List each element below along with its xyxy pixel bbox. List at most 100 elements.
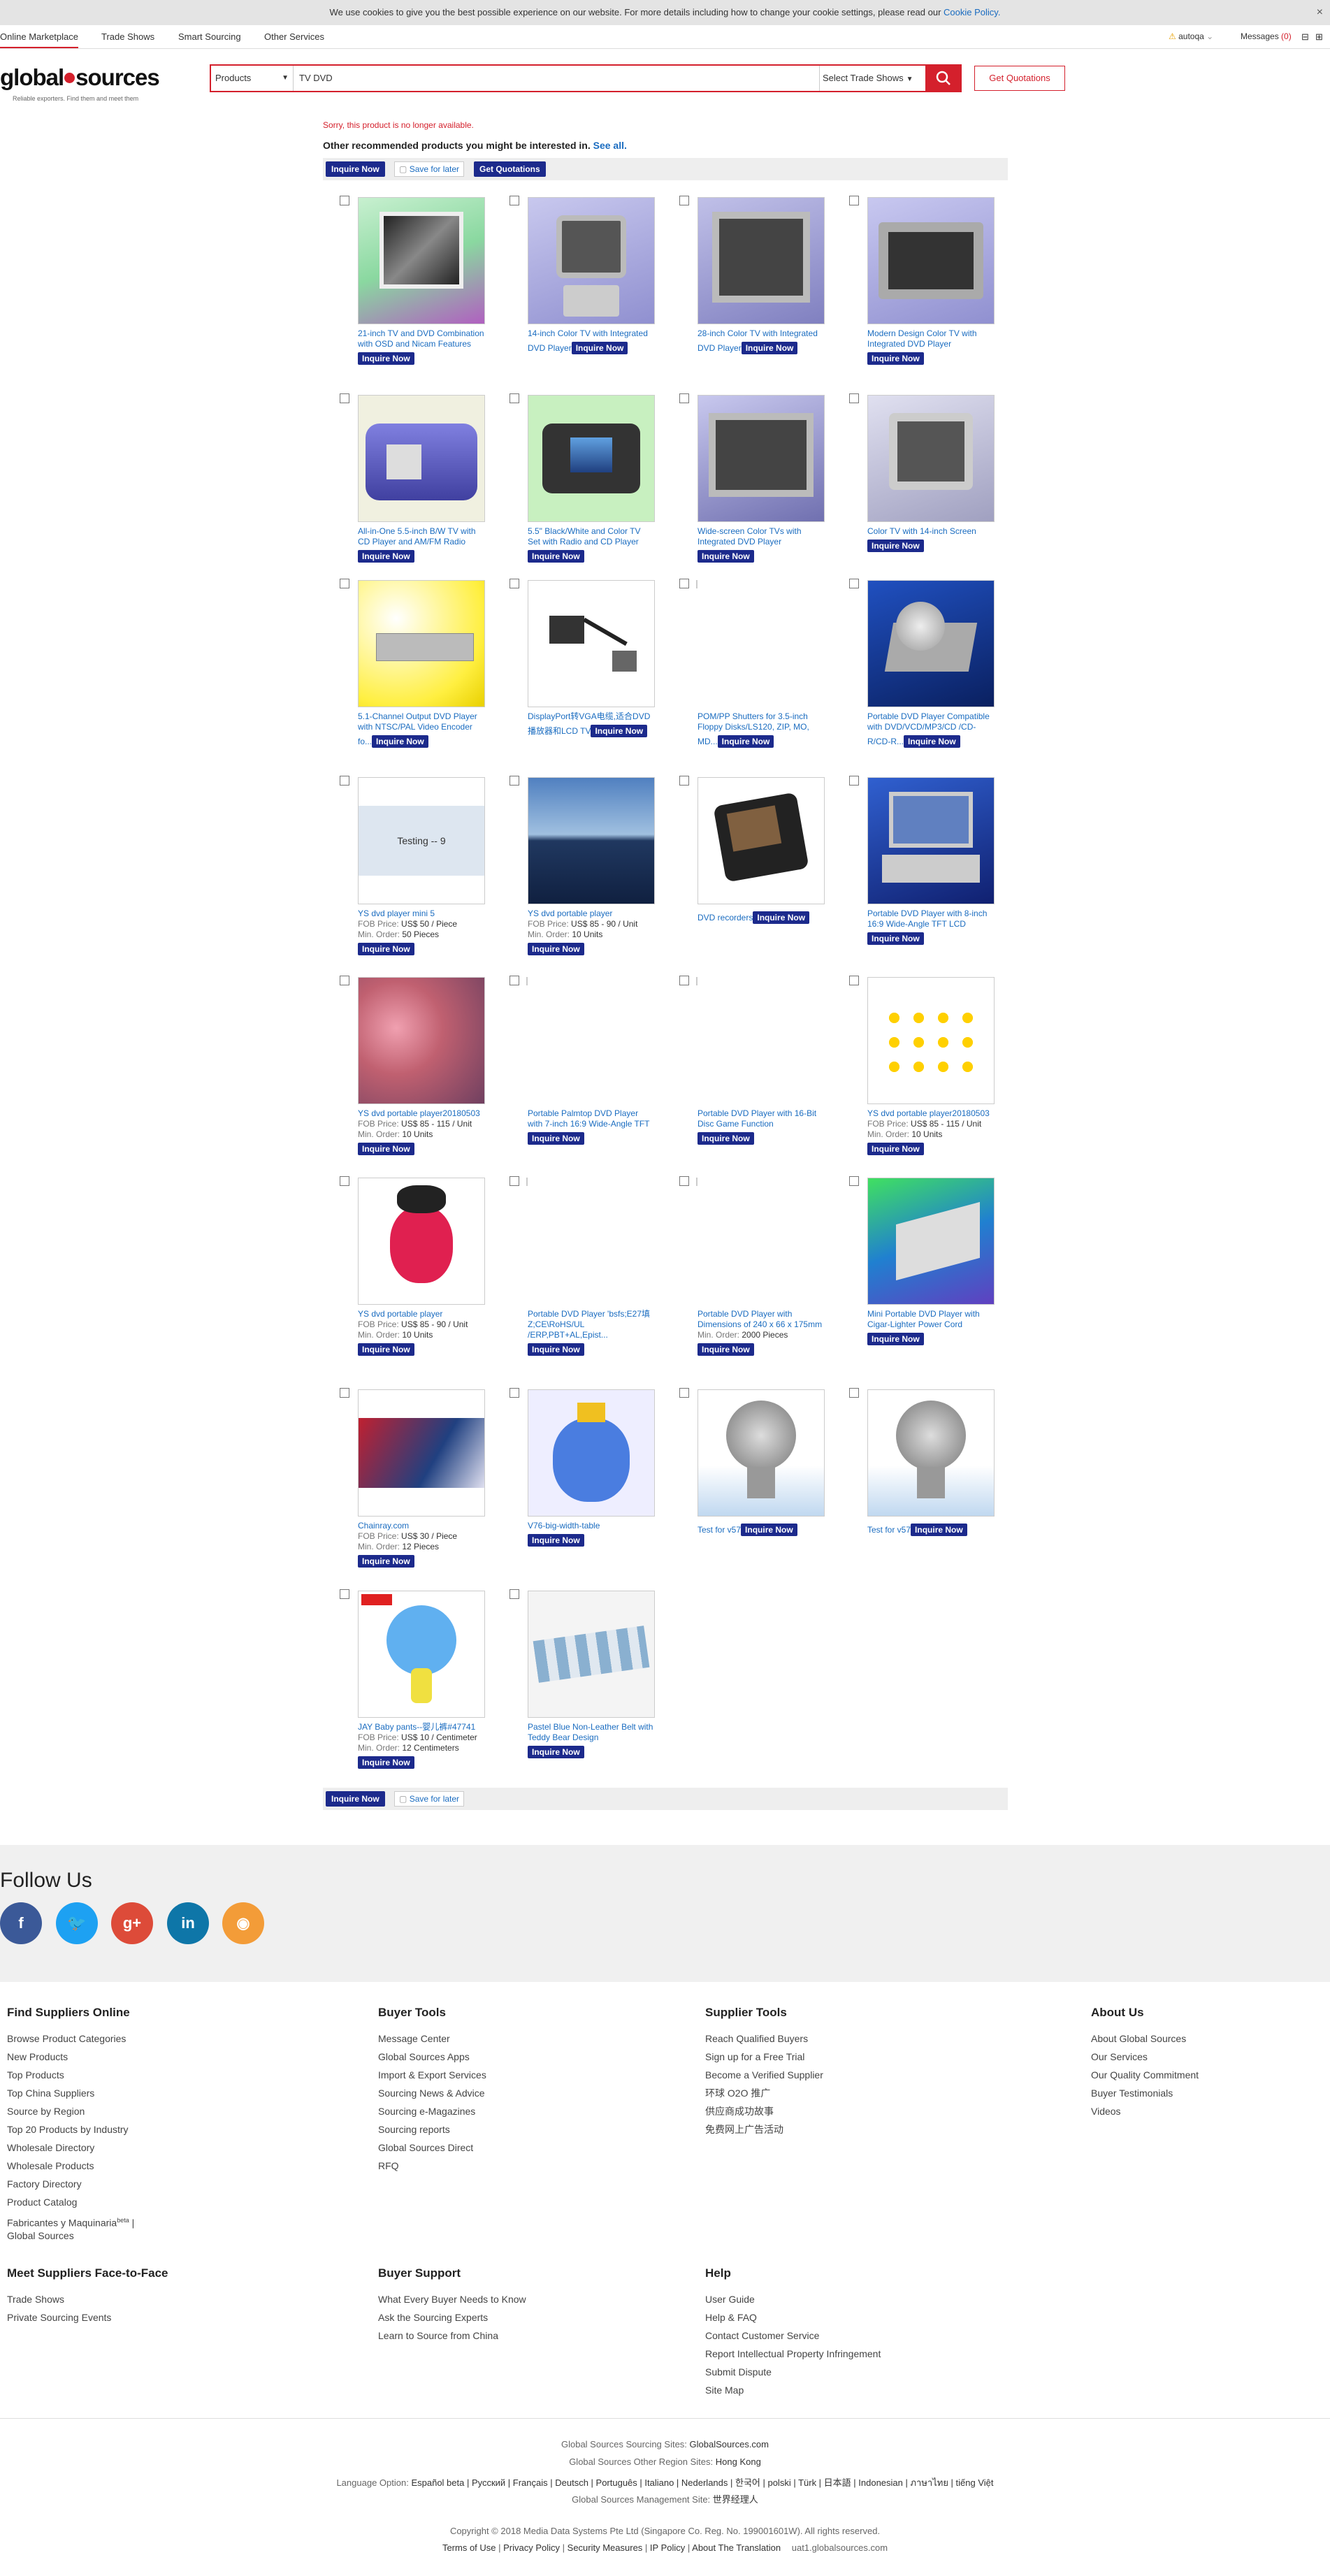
footer-link[interactable]: Help & FAQ: [705, 2308, 881, 2327]
inquire-now-button[interactable]: Inquire Now: [717, 735, 774, 748]
product-title-link[interactable]: V76-big-width-table: [528, 1521, 600, 1531]
inquire-now-button[interactable]: Inquire Now: [697, 550, 754, 563]
inquire-now-button[interactable]: Inquire Now: [867, 352, 924, 365]
product-title-link[interactable]: YS dvd portable player20180503: [867, 1108, 990, 1118]
twitter-icon[interactable]: 🐦: [56, 1902, 98, 1944]
product-title-link[interactable]: Test for v57: [697, 1525, 741, 1535]
product-image[interactable]: [358, 197, 485, 324]
product-checkbox[interactable]: [509, 976, 519, 985]
product-checkbox[interactable]: [509, 1589, 519, 1599]
product-title-link[interactable]: Chainray.com: [358, 1521, 409, 1531]
security-link[interactable]: Security Measures: [568, 2542, 643, 2553]
logo[interactable]: global sources: [0, 64, 160, 91]
user-menu[interactable]: ⚠ autoqa ⌄: [1169, 31, 1213, 41]
footer-link[interactable]: Factory Directory: [7, 2175, 134, 2193]
footer-link[interactable]: Learn to Source from China: [378, 2327, 526, 2345]
footer-link[interactable]: New Products: [7, 2048, 134, 2066]
product-title-link[interactable]: YS dvd portable player: [528, 909, 612, 918]
inquire-now-button[interactable]: Inquire Now: [358, 1343, 414, 1356]
product-checkbox[interactable]: [679, 393, 689, 403]
search-input[interactable]: TV DVD: [299, 66, 333, 91]
footer-link[interactable]: 供应商成功故事: [705, 2102, 823, 2120]
product-title-link[interactable]: YS dvd portable player20180503: [358, 1108, 480, 1118]
inquire-now-button[interactable]: Inquire Now: [358, 1143, 414, 1155]
product-image[interactable]: [528, 1591, 655, 1718]
footer-link[interactable]: Trade Shows: [7, 2290, 168, 2308]
footer-link[interactable]: RFQ: [378, 2157, 486, 2175]
footer-link[interactable]: About Global Sources: [1091, 2029, 1199, 2048]
product-title-link[interactable]: Pastel Blue Non-Leather Belt with Teddy …: [528, 1722, 653, 1742]
product-checkbox[interactable]: [509, 579, 519, 588]
product-image[interactable]: [867, 977, 995, 1104]
inquire-now-button[interactable]: Inquire Now: [326, 161, 385, 177]
google-plus-icon[interactable]: g+: [111, 1902, 153, 1944]
product-image[interactable]: [358, 977, 485, 1104]
footer-link[interactable]: Private Sourcing Events: [7, 2308, 168, 2327]
messages-link[interactable]: Messages (0): [1241, 31, 1292, 41]
product-title-link[interactable]: All-in-One 5.5-inch B/W TV with CD Playe…: [358, 526, 476, 547]
product-image[interactable]: [528, 197, 655, 324]
cart-icon[interactable]: ⊟: [1301, 31, 1309, 43]
product-image[interactable]: [867, 777, 995, 904]
settings-icon[interactable]: ⊞: [1315, 31, 1323, 43]
footer-link[interactable]: Report Intellectual Property Infringemen…: [705, 2345, 881, 2363]
product-checkbox[interactable]: [849, 196, 859, 205]
product-checkbox[interactable]: [849, 1388, 859, 1398]
inquire-now-button[interactable]: Inquire Now: [358, 550, 414, 563]
language-links[interactable]: Español beta | Русский | Français | Deut…: [411, 2477, 993, 2488]
inquire-now-button[interactable]: Inquire Now: [528, 943, 584, 955]
inquire-now-button[interactable]: Inquire Now: [358, 1555, 414, 1568]
inquire-now-button[interactable]: Inquire Now: [697, 1343, 754, 1356]
footer-link[interactable]: Wholesale Directory: [7, 2139, 134, 2157]
product-title-link[interactable]: Mini Portable DVD Player with Cigar-Ligh…: [867, 1309, 980, 1329]
product-title-link[interactable]: Portable DVD Player with 8-inch 16:9 Wid…: [867, 909, 987, 929]
product-title-link[interactable]: Portable DVD Player with Dimensions of 2…: [697, 1309, 822, 1329]
product-image[interactable]: [697, 197, 825, 324]
inquire-now-button[interactable]: Inquire Now: [358, 943, 414, 955]
product-title-link[interactable]: Portable DVD Player 'bsfs;E27填Z;CE\RoHS/…: [528, 1309, 650, 1340]
product-image[interactable]: [697, 777, 825, 904]
product-checkbox[interactable]: [679, 1176, 689, 1186]
trade-show-select[interactable]: Select Trade Shows ▼: [819, 66, 925, 91]
product-checkbox[interactable]: [679, 976, 689, 985]
footer-link[interactable]: Reach Qualified Buyers: [705, 2029, 823, 2048]
product-checkbox[interactable]: [340, 1388, 349, 1398]
inquire-now-button[interactable]: Inquire Now: [591, 725, 648, 737]
inquire-now-button[interactable]: Inquire Now: [528, 1132, 584, 1145]
product-image[interactable]: [697, 1389, 825, 1517]
product-checkbox[interactable]: [340, 776, 349, 786]
rss-icon[interactable]: ◉: [222, 1902, 264, 1944]
mgmt-link[interactable]: 世界经理人: [713, 2494, 758, 2505]
product-title-link[interactable]: Color TV with 14-inch Screen: [867, 526, 976, 536]
inquire-now-button[interactable]: Inquire Now: [528, 1746, 584, 1758]
save-for-later-button[interactable]: ▢ Save for later: [394, 161, 465, 177]
privacy-link[interactable]: Privacy Policy: [503, 2542, 560, 2553]
product-title-link[interactable]: Wide-screen Color TVs with Integrated DV…: [697, 526, 802, 547]
product-checkbox[interactable]: [679, 1388, 689, 1398]
nav-other-services[interactable]: Other Services: [264, 31, 324, 42]
product-image[interactable]: [528, 777, 655, 904]
close-icon[interactable]: ×: [1317, 0, 1323, 25]
footer-link[interactable]: Global Sources Apps: [378, 2048, 486, 2066]
footer-link[interactable]: Buyer Testimonials: [1091, 2084, 1199, 2102]
footer-link[interactable]: Become a Verified Supplier: [705, 2066, 823, 2084]
product-image[interactable]: Testing -- 9: [358, 777, 485, 904]
product-title-link[interactable]: 21-inch TV and DVD Combination with OSD …: [358, 328, 484, 349]
product-checkbox[interactable]: [849, 776, 859, 786]
inquire-now-button[interactable]: Inquire Now: [741, 1524, 797, 1536]
footer-link[interactable]: Videos: [1091, 2102, 1199, 2120]
see-all-link[interactable]: See all.: [593, 140, 627, 151]
footer-link[interactable]: Top Products: [7, 2066, 134, 2084]
get-quotations-toolbar-button[interactable]: Get Quotations: [474, 161, 546, 177]
product-checkbox[interactable]: [849, 976, 859, 985]
inquire-now-button[interactable]: Inquire Now: [753, 911, 810, 924]
product-checkbox[interactable]: [849, 393, 859, 403]
product-checkbox[interactable]: [340, 196, 349, 205]
inquire-now-button[interactable]: Inquire Now: [741, 342, 798, 354]
translation-link[interactable]: About The Translation: [692, 2542, 781, 2553]
product-checkbox[interactable]: [679, 579, 689, 588]
terms-link[interactable]: Terms of Use: [442, 2542, 496, 2553]
product-title-link[interactable]: Portable Palmtop DVD Player with 7-inch …: [528, 1108, 650, 1129]
product-image[interactable]: [528, 1389, 655, 1517]
footer-link[interactable]: 免费网上广告活动: [705, 2120, 823, 2139]
